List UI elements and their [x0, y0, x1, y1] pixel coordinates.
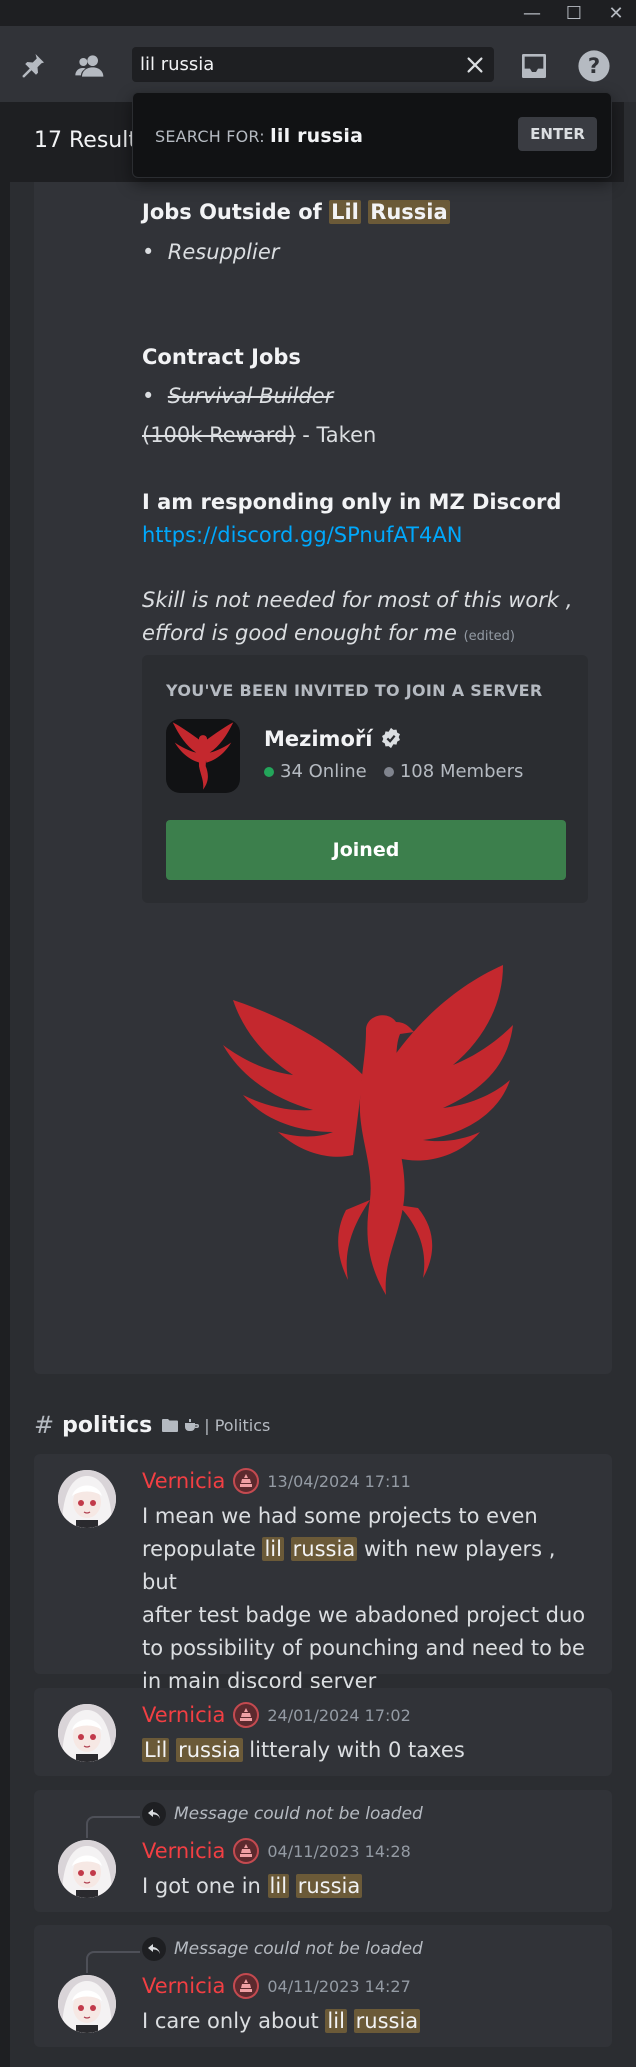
timestamp: 04/11/2023 14:28 — [267, 1841, 411, 1861]
anime-avatar-icon — [58, 1470, 116, 1528]
avatar[interactable] — [58, 1975, 116, 2033]
author-name[interactable]: Vernicia — [142, 1469, 225, 1493]
channel-category: | Politics — [162, 1416, 270, 1435]
message-text: I mean we had some projects to even repo… — [142, 1504, 586, 1693]
search-suggestion-dropdown[interactable]: SEARCH FOR: lil russia ENTER — [132, 92, 612, 178]
highlight-term: Russia — [368, 200, 450, 224]
channel-group-header[interactable]: # politics | Politics — [34, 1408, 270, 1442]
author-name[interactable]: Vernicia — [142, 1839, 225, 1863]
reply-spine — [86, 1951, 140, 1973]
search-result-message[interactable]: Vernicia 13/04/2024 17:11 I mean we had … — [34, 1454, 612, 1693]
highlight-term: lil — [267, 1874, 290, 1898]
joined-button[interactable]: Joined — [166, 820, 566, 880]
phoenix-image-attachment[interactable] — [218, 960, 528, 1300]
timestamp: 13/04/2024 17:11 — [267, 1471, 411, 1491]
highlight-term: russia — [295, 1874, 363, 1898]
reply-text: Message could not be loaded — [174, 1939, 423, 1959]
avatar[interactable] — [58, 1470, 116, 1528]
anime-avatar-icon — [58, 1975, 116, 2033]
jobs-heading: Jobs Outside of Lil Russia — [142, 200, 450, 224]
avatar[interactable] — [58, 1840, 116, 1898]
message-header: Vernicia 24/01/2024 17:02 — [142, 1702, 411, 1728]
responding-line: I am responding only in MZ Discord — [142, 490, 562, 514]
message-header: Vernicia 04/11/2023 14:27 — [142, 1973, 411, 1999]
search-result-message[interactable]: Vernicia 24/01/2024 17:02 Lil russia lit… — [34, 1688, 612, 1776]
bullet-item: • Survival Builder — [142, 384, 334, 408]
reply-reference[interactable]: Message could not be loaded — [142, 1802, 423, 1826]
reply-text: Message could not be loaded — [174, 1804, 423, 1824]
highlight-term: russia — [176, 1738, 243, 1762]
members-dot — [383, 767, 394, 777]
message-header: Vernicia 04/11/2023 14:28 — [142, 1838, 411, 1864]
tail-right — [398, 1205, 433, 1278]
role-badge-icon — [233, 1973, 260, 1999]
highlight-term: lil — [325, 2009, 347, 2033]
role-badge-icon — [233, 1702, 260, 1728]
folder-icon — [162, 1419, 179, 1432]
tail-left — [338, 1200, 370, 1280]
search-result-message[interactable]: Message could not be loaded Vernicia 04/… — [34, 1790, 612, 1912]
search-result-message[interactable]: Message could not be loaded Vernicia 04/… — [34, 1925, 612, 2047]
server-invite-embed: YOU'VE BEEN INVITED TO JOIN A SERVER Mez… — [142, 655, 588, 903]
enter-key-hint: ENTER — [518, 117, 597, 151]
timestamp: 24/01/2024 17:02 — [267, 1705, 411, 1725]
author-name[interactable]: Vernicia — [142, 1974, 225, 1998]
reply-arrow-icon — [142, 1802, 166, 1826]
online-dot — [264, 767, 274, 777]
timestamp: 04/11/2023 14:27 — [267, 1976, 411, 1996]
invite-link[interactable]: https://discord.gg/SPnufAT4AN — [142, 520, 462, 550]
search-for-query: lil russia — [270, 125, 364, 147]
skill-line-2: efford is good enought for me (edited) — [142, 621, 515, 645]
server-icon[interactable] — [166, 719, 240, 793]
message-text: I got one in lil russia — [142, 1874, 363, 1898]
verified-badge-icon — [381, 727, 400, 749]
avatar[interactable] — [58, 1704, 116, 1762]
highlight-term: Lil — [142, 1738, 170, 1762]
anime-avatar-icon — [58, 1840, 116, 1898]
role-badge-icon — [233, 1468, 260, 1494]
phoenix-icon — [172, 722, 234, 790]
anime-avatar-icon — [58, 1704, 116, 1762]
contract-heading: Contract Jobs — [142, 345, 301, 369]
channel-hash-icon: # — [34, 1411, 55, 1439]
reply-arrow-icon — [142, 1937, 166, 1961]
left-wing — [223, 1000, 363, 1157]
bullet-item: • Resupplier — [142, 240, 280, 264]
edited-label: (edited) — [463, 629, 515, 644]
highlight-term: russia — [353, 2009, 421, 2033]
reply-reference[interactable]: Message could not be loaded — [142, 1937, 423, 1961]
role-badge-icon — [233, 1838, 260, 1864]
right-wing — [388, 965, 513, 1161]
server-name: Mezimoří — [264, 727, 402, 751]
message-text: I care only about lil russia — [142, 2009, 421, 2033]
highlight-term: Lil — [329, 200, 361, 224]
channel-name: politics — [62, 1412, 153, 1438]
skill-line-1: Skill is not needed for most of this wor… — [142, 588, 573, 612]
teapot-icon — [185, 1419, 200, 1431]
message-text: Lil russia litteraly with 0 taxes — [142, 1738, 465, 1762]
highlight-term: lil — [262, 1537, 284, 1561]
search-for-option[interactable]: SEARCH FOR: lil russia — [155, 125, 363, 147]
highlight-term: russia — [290, 1537, 358, 1561]
author-name[interactable]: Vernicia — [142, 1703, 225, 1727]
invite-title: YOU'VE BEEN INVITED TO JOIN A SERVER — [166, 681, 543, 700]
reward-line: (100k Reward) - Taken — [142, 423, 377, 447]
reply-spine — [86, 1816, 140, 1838]
message-header: Vernicia 13/04/2024 17:11 — [142, 1468, 411, 1494]
server-stats: 34 Online 108 Members — [264, 761, 523, 782]
